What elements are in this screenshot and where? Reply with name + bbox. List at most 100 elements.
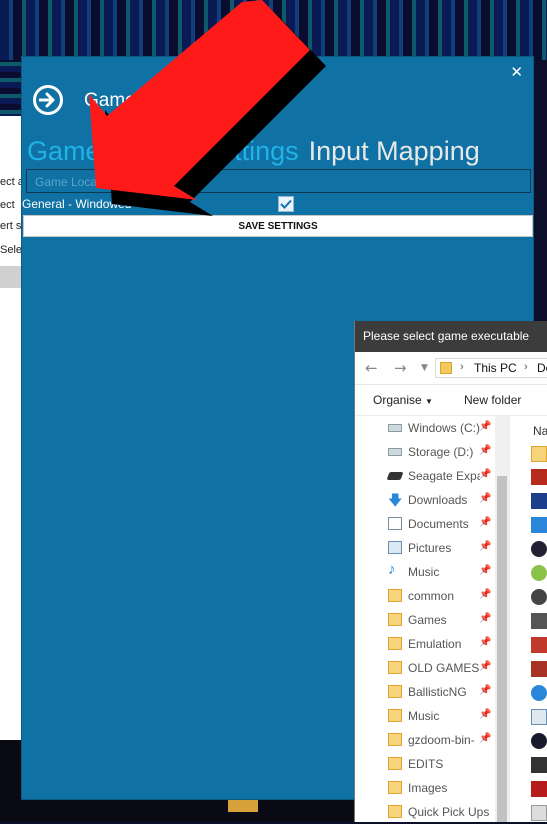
dialog-title: Please select game executable <box>363 329 530 343</box>
file-icon[interactable] <box>531 469 547 485</box>
nav-item-label: Storage (D:) <box>408 445 474 459</box>
download-icon: 🡇 <box>388 492 403 508</box>
drive-icon <box>388 424 402 432</box>
folder-icon <box>440 362 452 374</box>
close-button[interactable]: ✕ <box>510 63 523 81</box>
folder-icon <box>388 757 402 770</box>
pin-icon: 📌 <box>479 709 492 720</box>
document-icon <box>388 517 402 530</box>
chevron-down-icon[interactable]: ▼ <box>421 363 428 373</box>
file-icon[interactable] <box>531 637 547 653</box>
folder-icon <box>388 661 402 674</box>
nav-item-label: Downloads <box>408 493 468 507</box>
pin-icon: 📌 <box>479 541 492 552</box>
arrow-right-icon <box>39 92 55 108</box>
file-icon[interactable] <box>531 781 547 797</box>
file-icon[interactable] <box>531 661 547 677</box>
nav-item-documents[interactable]: Documents 📌 <box>355 512 495 536</box>
file-icon[interactable] <box>531 733 547 749</box>
page-title: Game Settings <box>84 90 210 111</box>
nav-scrollbar-thumb[interactable] <box>497 476 507 822</box>
back-button[interactable] <box>33 85 63 115</box>
file-icon[interactable] <box>531 709 547 725</box>
save-settings-button[interactable]: SAVE SETTINGS <box>23 215 533 237</box>
folder-icon <box>388 781 402 794</box>
nav-item-edits[interactable]: EDITS <box>355 752 495 776</box>
nav-item-label: Documents <box>408 517 469 531</box>
nav-item-downloads[interactable]: 🡇 Downloads 📌 <box>355 488 495 512</box>
desktop-sprite <box>228 798 258 812</box>
nav-item-music[interactable]: ♪ Music 📌 <box>355 560 495 584</box>
new-folder-button[interactable]: New folder <box>464 393 521 407</box>
dialog-titlebar: Please select game executable <box>355 321 547 352</box>
folder-icon <box>388 637 402 650</box>
file-icon[interactable] <box>531 613 547 629</box>
file-icon[interactable] <box>531 757 547 773</box>
nav-item-windows-c[interactable]: Windows (C:) 📌 <box>355 416 495 440</box>
drive-icon <box>388 448 402 456</box>
dialog-navbar: ← → ▼ › This PC › De <box>355 352 547 385</box>
file-icon[interactable] <box>531 517 547 533</box>
forward-arrow-icon[interactable]: → <box>394 359 407 377</box>
nav-item-label: Images <box>408 781 448 795</box>
nav-item-seagate[interactable]: Seagate Expan 📌 <box>355 464 495 488</box>
nav-item-label: Music <box>408 709 440 723</box>
file-icon[interactable] <box>531 541 547 557</box>
tab-input-mapping[interactable]: Input Mapping <box>309 136 480 167</box>
desktop-background <box>0 0 547 60</box>
nav-item-common[interactable]: common 📌 <box>355 584 495 608</box>
file-icon[interactable] <box>531 493 547 509</box>
pin-icon: 📌 <box>479 445 492 456</box>
pin-icon: 📌 <box>479 517 492 528</box>
setting-row-general-windowed: General - Windowed <box>22 196 533 214</box>
checkmark-icon <box>280 199 292 209</box>
organise-button[interactable]: Organise ▼ <box>373 393 433 407</box>
nav-item-old-games[interactable]: OLD GAMES 📌 <box>355 656 495 680</box>
back-arrow-icon[interactable]: ← <box>365 359 378 377</box>
background-window-text: ect <box>0 199 15 211</box>
address-bar[interactable]: › This PC › De <box>435 358 547 378</box>
folder-icon <box>388 733 402 746</box>
pin-icon: 📌 <box>479 493 492 504</box>
game-location-input[interactable]: Game Location <box>26 169 531 193</box>
folder-icon <box>388 685 402 698</box>
folder-icon <box>388 805 402 818</box>
folder-icon[interactable] <box>531 446 547 462</box>
pin-icon: 📌 <box>479 613 492 624</box>
nav-item-label: Quick Pick Ups <box>408 805 490 819</box>
pin-icon: 📌 <box>479 637 492 648</box>
nav-item-music-folder[interactable]: Music 📌 <box>355 704 495 728</box>
desktop-background-strip <box>0 60 22 120</box>
nav-item-label: Windows (C:) <box>408 421 480 435</box>
nav-item-label: Emulation <box>408 637 462 651</box>
pin-icon: 📌 <box>479 661 492 672</box>
nav-item-label: Seagate Expan <box>408 469 480 483</box>
column-header-name[interactable]: Na <box>533 424 547 438</box>
nav-item-label: common <box>408 589 455 603</box>
nav-item-emulation[interactable]: Emulation 📌 <box>355 632 495 656</box>
nav-item-quick-pick-ups[interactable]: Quick Pick Ups <box>355 800 495 824</box>
file-icon[interactable] <box>531 565 547 581</box>
nav-item-pictures[interactable]: Pictures 📌 <box>355 536 495 560</box>
nav-item-games[interactable]: Games 📌 <box>355 608 495 632</box>
file-icon[interactable] <box>531 589 547 605</box>
windowed-checkbox[interactable] <box>278 196 294 212</box>
chevron-right-icon: › <box>524 361 528 373</box>
nav-item-label: Games <box>408 613 447 627</box>
breadcrumb-this-pc[interactable]: This PC <box>474 361 517 375</box>
nav-item-label: BallisticNG <box>408 685 467 699</box>
file-open-dialog: Please select game executable ← → ▼ › Th… <box>354 321 547 822</box>
breadcrumb-current[interactable]: De <box>537 361 547 375</box>
nav-item-label: EDITS <box>408 757 444 771</box>
nav-item-gzdoom[interactable]: gzdoom-bin- 📌 <box>355 728 495 752</box>
file-icon[interactable] <box>531 805 547 821</box>
caret-down-icon: ▼ <box>425 397 433 406</box>
nav-item-label: Pictures <box>408 541 452 555</box>
tab-bar: Game specific settings Input Mapping <box>27 136 490 167</box>
nav-item-label: gzdoom-bin- <box>408 733 475 747</box>
nav-item-images[interactable]: Images <box>355 776 495 800</box>
nav-item-storage-d[interactable]: Storage (D:) 📌 <box>355 440 495 464</box>
tab-game-specific-settings[interactable]: Game specific settings <box>27 136 299 167</box>
file-icon[interactable] <box>531 685 547 701</box>
nav-item-ballisticng[interactable]: BallisticNG 📌 <box>355 680 495 704</box>
